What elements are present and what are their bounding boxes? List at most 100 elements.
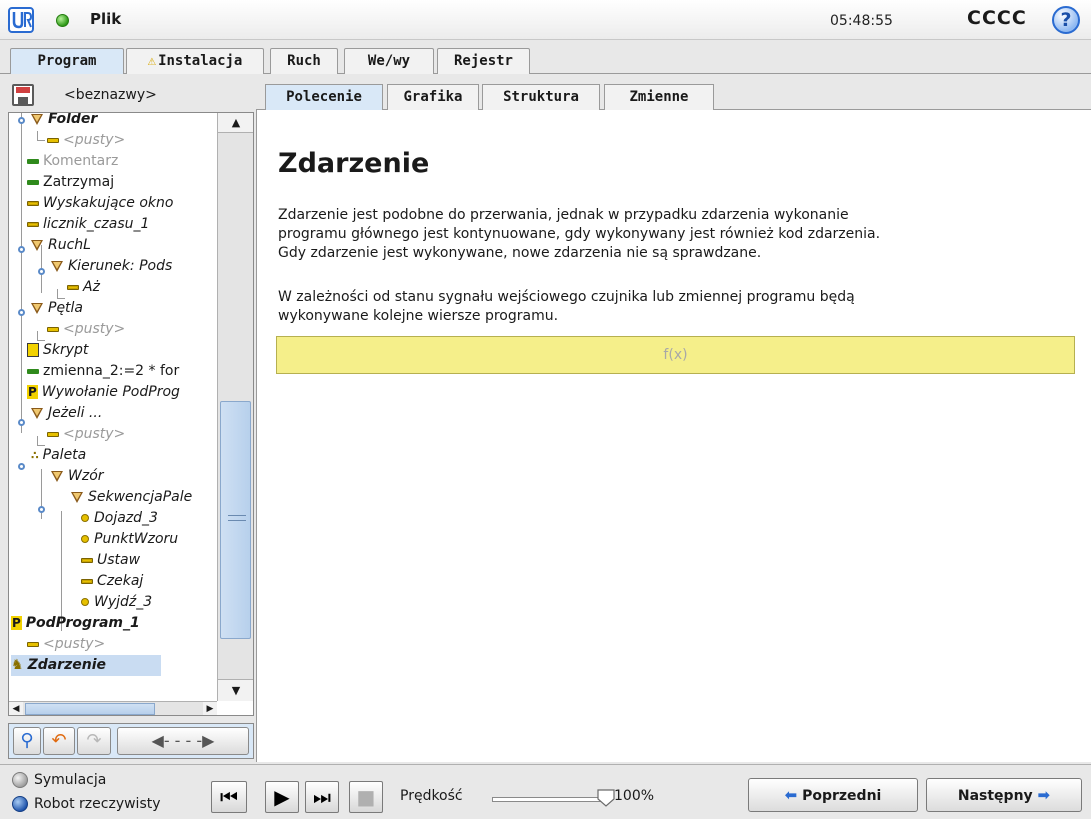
empty-icon bbox=[47, 431, 59, 437]
tree-item-until[interactable]: Aż bbox=[67, 277, 100, 298]
direction-icon bbox=[51, 260, 63, 272]
move-icon bbox=[31, 239, 43, 251]
tree-item-script[interactable]: Skrypt bbox=[27, 340, 88, 361]
play-button[interactable]: ▶ bbox=[265, 781, 299, 813]
arrow-left-icon: ⬅ bbox=[784, 786, 798, 804]
subprogram-icon: P bbox=[11, 616, 22, 630]
tree-item-if[interactable]: Jeżeli ... bbox=[31, 403, 102, 424]
tree-item-subprogram[interactable]: P PodProgram_1 bbox=[11, 613, 140, 634]
tree-list: Folder <pusty> Komentarz Zatrzymaj Wyska… bbox=[9, 113, 217, 701]
tree-item-set[interactable]: Ustaw bbox=[81, 550, 140, 571]
save-icon[interactable] bbox=[12, 84, 34, 106]
tree-item-assignment[interactable]: zmienna_2:=2 * for bbox=[27, 361, 179, 382]
speed-slider-handle[interactable] bbox=[596, 789, 616, 807]
program-name: <beznazwy> bbox=[64, 87, 157, 103]
pattern-icon bbox=[51, 470, 63, 482]
tree-item-halt[interactable]: Zatrzymaj bbox=[27, 172, 114, 193]
tree-item-comment[interactable]: Komentarz bbox=[27, 151, 118, 172]
robot-status-icon[interactable] bbox=[56, 14, 69, 27]
help-icon[interactable]: ? bbox=[1052, 6, 1080, 34]
waypoint-icon bbox=[81, 598, 89, 606]
wait-icon bbox=[81, 578, 93, 584]
scroll-left-icon[interactable]: ◀ bbox=[9, 702, 23, 715]
radio-on-icon bbox=[12, 796, 28, 812]
timer-icon bbox=[27, 221, 39, 227]
file-menu[interactable]: Plik bbox=[90, 10, 121, 28]
redo-icon[interactable]: ↷ bbox=[77, 727, 111, 755]
condition-description: W zależności od stanu sygnału wejścioweg… bbox=[278, 289, 855, 324]
tab-instalacja[interactable]: ⚠ Instalacja bbox=[126, 48, 264, 74]
tab-polecenie[interactable]: Polecenie bbox=[265, 84, 383, 110]
tree-item-wait[interactable]: Czekaj bbox=[81, 571, 143, 592]
tab-we-wy[interactable]: We/wy bbox=[344, 48, 434, 74]
tab-ruch[interactable]: Ruch bbox=[270, 48, 338, 74]
speed-label: Prędkość bbox=[400, 788, 463, 804]
step-button[interactable]: ⏭ bbox=[305, 781, 339, 813]
waypoint-icon bbox=[81, 535, 89, 543]
robot-name: CCCC bbox=[967, 7, 1027, 29]
script-icon bbox=[27, 343, 39, 357]
tree-item-empty[interactable]: <pusty> bbox=[47, 424, 125, 445]
tree-item-sequence[interactable]: SekwencjaPale bbox=[71, 487, 192, 508]
speed-slider[interactable] bbox=[492, 797, 604, 802]
tab-program[interactable]: Program bbox=[10, 48, 124, 74]
real-robot-option[interactable]: Robot rzeczywisty bbox=[12, 793, 161, 815]
hscroll-thumb[interactable] bbox=[25, 703, 155, 715]
search-icon[interactable]: ⚲ bbox=[13, 727, 41, 755]
tab-struktura[interactable]: Struktura bbox=[482, 84, 600, 110]
waypoint-icon bbox=[81, 514, 89, 522]
tree-item-loop[interactable]: Pętla bbox=[31, 298, 83, 319]
tree-item-event[interactable]: ♞ Zdarzenie bbox=[11, 655, 161, 676]
if-icon bbox=[31, 407, 43, 419]
tree-item-waypoint[interactable]: Wyjdź_3 bbox=[81, 592, 152, 613]
halt-icon bbox=[27, 179, 39, 185]
popup-icon bbox=[27, 200, 39, 206]
scroll-up-icon[interactable]: ▲ bbox=[218, 113, 253, 133]
tree-item-movel[interactable]: RuchL bbox=[31, 235, 91, 256]
empty-icon bbox=[47, 137, 59, 143]
scroll-down-icon[interactable]: ▼ bbox=[218, 679, 253, 701]
main-tabs: Program ⚠ Instalacja Ruch We/wy Rejestr bbox=[0, 48, 1091, 74]
simulation-option[interactable]: Symulacja bbox=[12, 769, 106, 791]
move-arrows-icon[interactable]: ◀- - - -▶ bbox=[117, 727, 249, 755]
previous-button[interactable]: ⬅ Poprzedni bbox=[748, 778, 918, 812]
tree-item-popup[interactable]: Wyskakujące okno bbox=[27, 193, 173, 214]
empty-icon bbox=[47, 326, 59, 332]
tree-vertical-scrollbar[interactable]: ▲ ▼ bbox=[217, 113, 253, 701]
tree-item-folder[interactable]: Folder bbox=[31, 113, 97, 130]
sequence-icon bbox=[71, 491, 83, 503]
stop-button[interactable]: ■ bbox=[349, 781, 383, 813]
tree-item-timer[interactable]: licznik_czasu_1 bbox=[27, 214, 149, 235]
tab-zmienne[interactable]: Zmienne bbox=[604, 84, 714, 110]
tree-item-call[interactable]: P Wywołanie PodProg bbox=[27, 382, 180, 403]
tree-item-empty[interactable]: <pusty> bbox=[47, 130, 125, 151]
tree-item-waypoint[interactable]: Dojazd_3 bbox=[81, 508, 158, 529]
assignment-icon bbox=[27, 368, 39, 374]
undo-icon[interactable]: ↶ bbox=[43, 727, 75, 755]
tab-grafika[interactable]: Grafika bbox=[387, 84, 479, 110]
expression-field[interactable]: f(x) bbox=[276, 336, 1075, 374]
tree-item-direction[interactable]: Kierunek: Pods bbox=[51, 256, 172, 277]
event-icon: ♞ bbox=[11, 657, 24, 673]
tree-item-empty[interactable]: <pusty> bbox=[27, 634, 105, 655]
description: Zdarzenie jest podobne do przerwania, je… bbox=[278, 207, 881, 261]
top-bar: Plik 05:48:55 CCCC ? bbox=[0, 0, 1091, 40]
sub-tabs: Polecenie Grafika Struktura Zmienne bbox=[256, 84, 1091, 110]
rewind-button[interactable]: ⏮ bbox=[211, 781, 247, 813]
tree-item-pattern[interactable]: Wzór bbox=[51, 466, 104, 487]
scroll-right-icon[interactable]: ▶ bbox=[203, 702, 217, 715]
program-header: <beznazwy> bbox=[8, 82, 254, 110]
tree-item-empty[interactable]: <pusty> bbox=[47, 319, 125, 340]
warning-icon: ⚠ bbox=[147, 53, 157, 69]
tab-rejestr[interactable]: Rejestr bbox=[437, 48, 530, 74]
ur-logo-icon bbox=[8, 7, 34, 33]
tree-horizontal-scrollbar[interactable]: ◀ ▶ bbox=[9, 701, 217, 715]
comment-icon bbox=[27, 158, 39, 164]
tree-item-pallet[interactable]: ∴ Paleta bbox=[31, 445, 86, 466]
scroll-thumb[interactable] bbox=[220, 401, 251, 639]
speed-value: 100% bbox=[614, 788, 655, 804]
command-panel: Zdarzenie Zdarzenie jest podobne do prze… bbox=[256, 110, 1091, 762]
pallet-icon: ∴ bbox=[31, 449, 39, 462]
next-button[interactable]: Następny ➡ bbox=[926, 778, 1082, 812]
tree-item-waypoint[interactable]: PunktWzoru bbox=[81, 529, 178, 550]
